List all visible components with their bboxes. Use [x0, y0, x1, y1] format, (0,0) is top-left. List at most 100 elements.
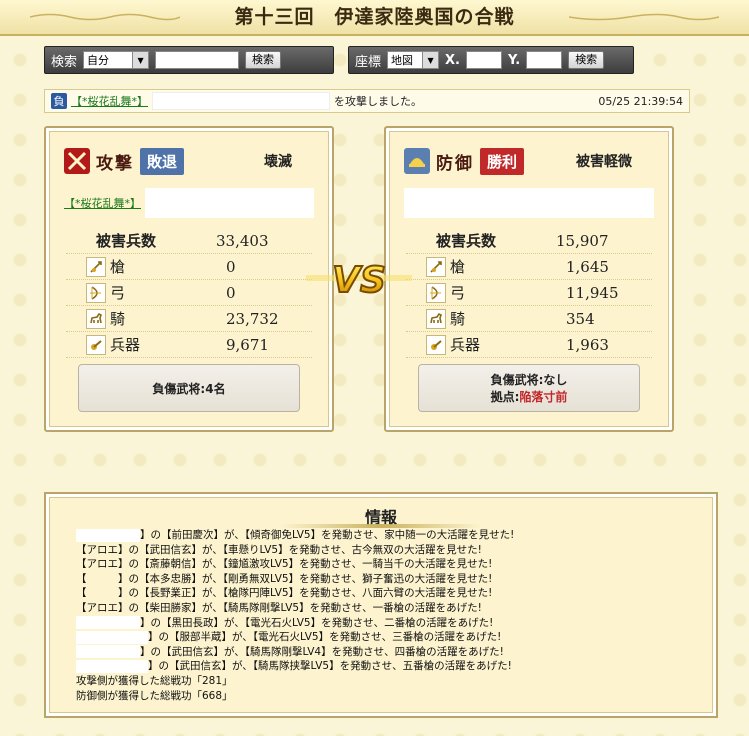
stat-value: 1,963 — [566, 335, 609, 354]
attacker-injury-text: 負傷武将:4名 — [152, 381, 226, 396]
stat-value: 9,671 — [226, 335, 269, 354]
base-status-value: 陥落寸前 — [519, 390, 568, 404]
y-coordinate-input[interactable] — [526, 51, 563, 69]
info-panel: 情報 】の【前田慶次】が、【傾奇御免LV5】を発動させ、家中随一の大活躍を見せた… — [44, 492, 718, 718]
info-line: 【 】の【長野業正】が、【槍隊円陣LV5】を発動させ、八面六臂の大活躍を見せた! — [76, 587, 493, 600]
stat-label: 騎 — [450, 310, 466, 328]
x-coordinate-input[interactable] — [465, 51, 502, 69]
vs-text: VS — [332, 260, 386, 301]
stat-row-spear: 槍 1,645 — [406, 254, 652, 280]
stat-label: 兵器 — [110, 336, 141, 354]
stat-label: 槍 — [450, 258, 466, 276]
defender-stats: 被害兵数 15,907 槍 1,645 弓 11,945 騎 354 兵器 1,… — [406, 228, 652, 358]
info-line: 【アロエ】の【武田信玄】が、【車懸りLV5】を発動させ、古今無双の大活躍を見せた… — [76, 543, 482, 556]
stat-label: 騎 — [110, 310, 126, 328]
info-line: 【アロエ】の【斎藤朝信】が、【鐘馗激攻LV5】を発動させ、一騎当千の大活躍を見せ… — [76, 558, 493, 571]
stat-row-siege: 兵器 9,671 — [66, 332, 312, 358]
stat-row-bow: 弓 11,945 — [406, 280, 652, 306]
attack-status-text: 壊滅 — [264, 154, 292, 170]
siege-icon — [426, 334, 446, 355]
stat-row-siege: 兵器 1,963 — [406, 332, 652, 358]
stat-value: 0 — [226, 283, 236, 302]
search-type-select[interactable]: 自分 ▼ — [83, 51, 150, 69]
stat-value: 33,403 — [216, 231, 269, 250]
info-line: 】の【武田信玄】が、【騎馬隊挟撃LV5】を発動させ、五番槍の活躍をあげた! — [76, 659, 514, 674]
stat-value: 1,645 — [566, 257, 609, 276]
attacker-alliance-link[interactable]: 【*桜花乱舞*】 — [64, 195, 141, 211]
coordinate-label: 座標 — [355, 54, 382, 70]
base-status-label: 拠点: — [490, 390, 520, 404]
stat-row-cavalry: 騎 23,732 — [66, 306, 312, 332]
bow-icon — [86, 282, 106, 303]
coordinate-search-button[interactable]: 検索 — [568, 51, 605, 69]
title-bar: 第十三回 伊達家陸奥国の合戦 — [0, 0, 749, 36]
attacker-header: 攻撃 敗退 壊滅 — [64, 146, 318, 176]
info-line: 【 】の【本多忠勝】が、【剛勇無双LV5】を発動させ、獅子奮迅の大活躍を見せた! — [76, 572, 493, 585]
stat-label: 被害兵数 — [436, 232, 497, 250]
stat-label: 槍 — [110, 258, 126, 276]
battle-log-row: 負 【*桜花乱舞*】 を攻撃しました。 05/25 21:39:54 — [44, 89, 690, 113]
attack-result-badge: 敗退 — [140, 147, 185, 175]
stat-value: 354 — [566, 309, 595, 328]
attacker-name-row: 【*桜花乱舞*】 — [64, 186, 314, 220]
spear-icon — [426, 256, 446, 277]
stat-row-total: 被害兵数 15,907 — [406, 228, 652, 254]
info-line: 攻撃側が獲得した総戦功「281」 — [76, 674, 233, 687]
stat-row-bow: 弓 0 — [66, 280, 312, 306]
stat-label: 被害兵数 — [96, 232, 157, 250]
map-select-value: 地図 — [391, 54, 414, 67]
defender-panel: 防御 勝利 被害軽微 被害兵数 15,907 槍 1,645 弓 11,945 — [384, 126, 674, 432]
stat-label: 兵器 — [450, 336, 481, 354]
right-flourish-ornament — [569, 13, 719, 21]
stat-value: 23,732 — [226, 309, 279, 328]
stat-label: 弓 — [110, 284, 126, 302]
defense-result-badge: 勝利 — [480, 147, 525, 175]
left-flourish-ornament — [30, 13, 180, 21]
stat-row-spear: 槍 0 — [66, 254, 312, 280]
horse-icon — [86, 308, 106, 329]
chevron-down-icon: ▼ — [422, 52, 439, 68]
log-timestamp: 05/25 21:39:54 — [598, 94, 683, 108]
attacker-alliance-link[interactable]: 【*桜花乱舞*】 — [71, 93, 148, 109]
search-type-value: 自分 — [87, 54, 110, 67]
stat-value: 0 — [226, 257, 236, 276]
defense-role-label: 防御 — [436, 153, 474, 174]
defender-name-box — [152, 92, 330, 110]
search-input[interactable] — [155, 51, 240, 69]
user-search-bar: 検索 自分 ▼ 検索 — [44, 46, 334, 74]
coordinate-search-bar: 座標 地図 ▼ X. Y. 検索 — [348, 46, 634, 74]
bow-icon — [426, 282, 446, 303]
search-label: 検索 — [51, 54, 78, 70]
info-line: 】の【服部半蔵】が、【電光石火LV5】を発動させ、三番槍の活躍をあげた! — [76, 630, 514, 645]
info-line: 【アロエ】の【柴田勝家】が、【騎馬隊剛撃LV5】を発動させ、一番槍の活躍をあげた… — [76, 601, 482, 614]
siege-icon — [86, 334, 106, 355]
y-label: Y. — [507, 52, 521, 68]
horse-icon — [426, 308, 446, 329]
helmet-icon — [404, 148, 430, 174]
base-status-line: 拠点:陥落寸前 — [491, 388, 568, 405]
search-button[interactable]: 検索 — [245, 51, 282, 69]
spear-icon — [86, 256, 106, 277]
log-message: を攻撃しました。 — [334, 95, 422, 108]
info-line: 】の【前田慶次】が、【傾奇御免LV5】を発動させ、家中随一の大活躍を見せた! — [76, 528, 514, 543]
info-line: 】の【黒田長政】が、【電光石火LV5】を発動させ、二番槍の活躍をあげた! — [76, 616, 514, 631]
x-label: X. — [445, 52, 460, 68]
attacker-injury-box: 負傷武将:4名 — [78, 364, 300, 412]
chevron-down-icon: ▼ — [132, 52, 149, 68]
attacker-stats: 被害兵数 33,403 槍 0 弓 0 騎 23,732 兵器 9,671 — [66, 228, 312, 358]
stat-row-cavalry: 騎 354 — [406, 306, 652, 332]
defender-injury-text: 負傷武将:なし — [490, 373, 568, 387]
stat-value: 15,907 — [556, 231, 609, 250]
map-select[interactable]: 地図 ▼ — [387, 51, 440, 69]
info-line: 】の【武田信玄】が、【騎馬隊剛撃LV4】を発動させ、四番槍の活躍をあげた! — [76, 645, 514, 660]
attacker-panel: 攻撃 敗退 壊滅 【*桜花乱舞*】 被害兵数 33,403 槍 0 弓 0 騎 … — [44, 126, 334, 432]
attack-role-label: 攻撃 — [96, 153, 134, 174]
defender-header: 防御 勝利 被害軽微 — [404, 146, 658, 176]
crossed-swords-icon — [64, 148, 90, 174]
defender-name-row — [404, 186, 654, 220]
stat-row-total: 被害兵数 33,403 — [66, 228, 312, 254]
defender-info-box: 負傷武将:なし 拠点:陥落寸前 — [418, 364, 640, 412]
vs-emblem: VS — [306, 259, 412, 302]
stat-value: 11,945 — [566, 283, 619, 302]
defender-name-box — [404, 188, 654, 218]
